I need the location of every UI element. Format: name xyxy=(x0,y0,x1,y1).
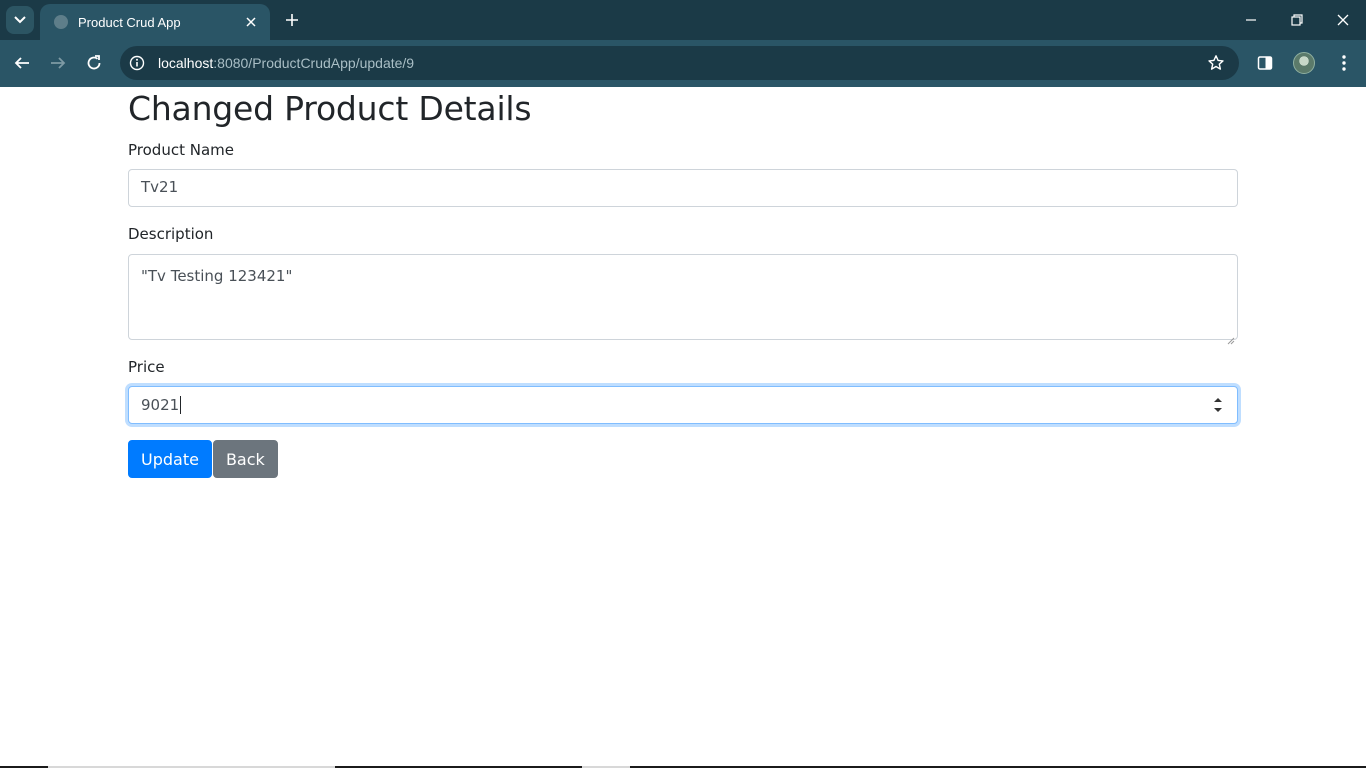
reload-icon[interactable] xyxy=(82,51,106,75)
forward-arrow-icon[interactable] xyxy=(46,51,70,75)
price-label: Price xyxy=(128,357,165,376)
profile-avatar-icon[interactable] xyxy=(1293,52,1315,74)
minimize-icon[interactable] xyxy=(1239,8,1263,32)
site-info-icon[interactable] xyxy=(128,54,146,72)
address-bar[interactable]: localhost:8080/ProductCrudApp/update/9 xyxy=(120,46,1239,80)
browser-toolbar: localhost:8080/ProductCrudApp/update/9 xyxy=(0,40,1366,87)
form-container: Changed Product Details Product Name Tv2… xyxy=(128,87,1238,479)
tab-search-icon[interactable] xyxy=(6,6,34,34)
product-name-group: Product Name Tv21 xyxy=(128,139,1238,208)
spinner-icon[interactable] xyxy=(1213,397,1223,413)
browser-tab[interactable]: Product Crud App xyxy=(40,4,270,40)
page-content: Changed Product Details Product Name Tv2… xyxy=(0,87,1366,768)
description-label: Description xyxy=(128,225,214,244)
close-icon[interactable] xyxy=(242,13,260,31)
plus-icon[interactable] xyxy=(281,9,303,31)
back-arrow-icon[interactable] xyxy=(10,51,34,75)
avatar xyxy=(1293,52,1315,74)
url-text[interactable]: localhost:8080/ProductCrudApp/update/9 xyxy=(158,55,414,71)
url-host: localhost xyxy=(158,55,214,71)
kebab-menu-icon[interactable] xyxy=(1333,52,1355,74)
text-caret xyxy=(180,396,182,415)
page-title: Changed Product Details xyxy=(128,89,532,128)
price-input[interactable]: 9021 xyxy=(128,386,1238,425)
form-actions: Update Back xyxy=(128,440,1238,479)
product-name-value: Tv21 xyxy=(141,178,179,197)
description-value: "Tv Testing 123421" xyxy=(141,266,293,285)
tab-title: Product Crud App xyxy=(78,14,181,30)
bookmark-star-icon[interactable] xyxy=(1207,54,1225,72)
product-name-input[interactable]: Tv21 xyxy=(128,169,1238,208)
back-button[interactable]: Back xyxy=(212,440,278,479)
update-button[interactable]: Update xyxy=(128,440,212,479)
side-panel-icon[interactable] xyxy=(1254,52,1276,74)
url-path: :8080/ProductCrudApp/update/9 xyxy=(213,55,415,71)
description-group: Description "Tv Testing 123421" xyxy=(128,223,1238,344)
restore-icon[interactable] xyxy=(1285,8,1309,32)
resize-grip-icon[interactable] xyxy=(1227,329,1235,344)
price-group: Price 9021 xyxy=(128,356,1238,425)
product-name-label: Product Name xyxy=(128,140,234,159)
browser-title-bar: Product Crud App xyxy=(0,0,1366,40)
favicon-globe-icon xyxy=(54,15,68,29)
price-value: 9021 xyxy=(141,395,180,414)
description-textarea[interactable]: "Tv Testing 123421" xyxy=(128,253,1238,344)
window-close-icon[interactable] xyxy=(1331,8,1355,32)
